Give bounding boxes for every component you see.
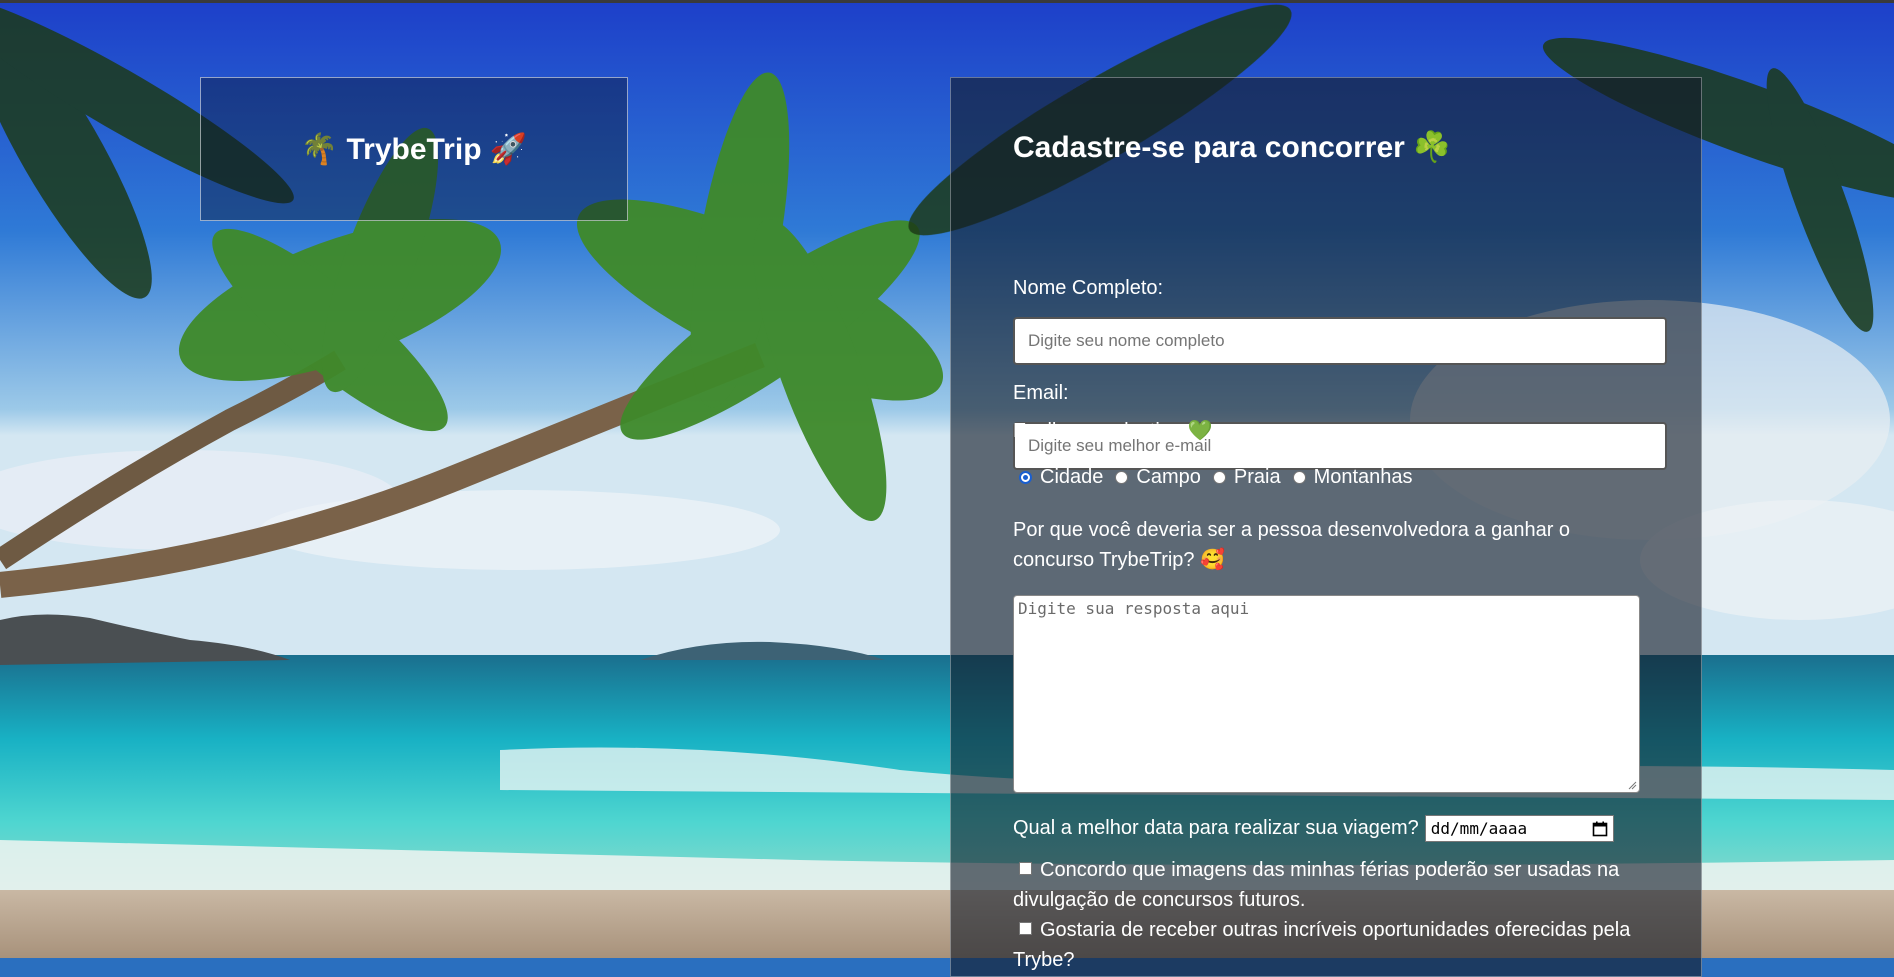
radio-button-cidade[interactable] (1019, 471, 1032, 484)
date-input[interactable]: dd/mm/aaaa (1424, 815, 1614, 842)
radio-label-cidade: Cidade (1040, 466, 1104, 488)
date-row: Qual a melhor data para realizar sua via… (1013, 815, 1614, 842)
radio-label-montanhas: Montanhas (1313, 466, 1413, 488)
date-value: dd/mm/aaaa (1430, 819, 1528, 838)
radio-option-montanhas[interactable]: Montanhas (1292, 466, 1413, 489)
calendar-icon[interactable] (1592, 821, 1608, 837)
header-logo-box: 🌴 TrybeTrip 🚀 (200, 77, 628, 221)
answer-textarea[interactable] (1013, 595, 1640, 793)
checkbox-images-label: Concordo que imagens das minhas férias p… (1013, 859, 1620, 911)
checkbox-opportunities[interactable] (1019, 922, 1032, 935)
name-label: Nome Completo: (1013, 277, 1164, 299)
radio-label-campo: Campo (1136, 466, 1201, 488)
checkbox-row-opportunities: Gostaria de receber outras incríveis opo… (1013, 915, 1653, 975)
radio-option-campo[interactable]: Campo (1115, 466, 1201, 489)
destination-radio-group: Cidade Campo Praia Montanhas (1019, 466, 1425, 489)
form-title: Cadastre-se para concorrer ☘️ (1013, 131, 1451, 164)
radio-button-campo[interactable] (1115, 471, 1129, 484)
email-label: Email: (1013, 382, 1069, 404)
date-label: Qual a melhor data para realizar sua via… (1013, 817, 1419, 839)
name-input[interactable] (1013, 317, 1667, 365)
checkbox-opportunities-label: Gostaria de receber outras incríveis opo… (1013, 919, 1631, 971)
radio-option-cidade[interactable]: Cidade (1019, 466, 1103, 489)
question-text: Por que você deveria ser a pessoa desenv… (1013, 519, 1571, 571)
radio-option-praia[interactable]: Praia (1212, 466, 1281, 489)
radio-button-praia[interactable] (1212, 471, 1226, 484)
resize-handle-icon[interactable] (1627, 780, 1637, 790)
radio-label-praia: Praia (1233, 466, 1281, 488)
destination-label-text: Ecolha seu destino 💚 (1013, 420, 1213, 442)
top-border (0, 0, 1894, 3)
logo-title: 🌴 TrybeTrip 🚀 (300, 132, 528, 166)
checkbox-images[interactable] (1019, 862, 1032, 875)
checkbox-row-images: Concordo que imagens das minhas férias p… (1013, 855, 1653, 915)
signup-form-panel: Cadastre-se para concorrer ☘️ Nome Compl… (950, 77, 1702, 977)
radio-button-montanhas[interactable] (1292, 471, 1306, 484)
